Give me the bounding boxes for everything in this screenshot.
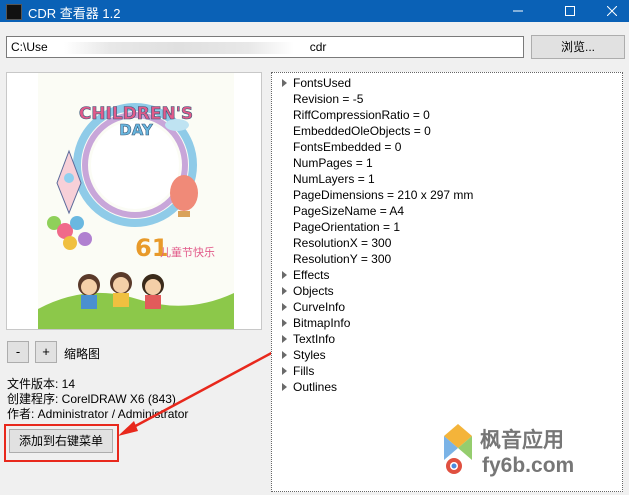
watermark-line1: 枫音应用 [480, 429, 564, 452]
tree-item-label: EmbeddedOleObjects = 0 [293, 124, 431, 138]
expand-arrow-icon[interactable] [282, 335, 287, 343]
tree-item-label: CurveInfo [293, 300, 346, 314]
expand-arrow-icon[interactable] [282, 351, 287, 359]
tree-item-label: ResolutionX = 300 [293, 236, 392, 250]
tree-item-label: BitmapInfo [293, 316, 351, 330]
tree-item-label: FontsEmbedded = 0 [293, 140, 402, 154]
tree-item-label: Effects [293, 268, 330, 282]
tree-item-label: Outlines [293, 380, 338, 394]
expand-arrow-icon[interactable] [282, 303, 287, 311]
expand-arrow-icon[interactable] [282, 271, 287, 279]
tree-item-label: Revision = -5 [293, 92, 364, 106]
tree-item-label: TextInfo [293, 332, 336, 346]
tree-item-label: PageDimensions = 210 x 297 mm [293, 188, 474, 202]
tree-item-label: FontsUsed [293, 76, 352, 90]
tree-item-label: PageOrientation = 1 [293, 220, 401, 234]
tree-item-label: PageSizeName = A4 [293, 204, 405, 218]
tree-item-label: Styles [293, 348, 326, 362]
tree-item-label: Fills [293, 364, 315, 378]
tree-item-label: ResolutionY = 300 [293, 252, 392, 266]
expand-arrow-icon[interactable] [282, 319, 287, 327]
expand-arrow-icon[interactable] [282, 383, 287, 391]
tree-item-label: NumLayers = 1 [293, 172, 375, 186]
expand-arrow-icon[interactable] [282, 79, 287, 87]
expand-arrow-icon[interactable] [282, 287, 287, 295]
tree-item-label: NumPages = 1 [293, 156, 373, 170]
watermark: 枫音应用 fy6b.com [440, 422, 620, 482]
tree-item-label: RiffCompressionRatio = 0 [293, 108, 430, 122]
expand-arrow-icon[interactable] [282, 367, 287, 375]
watermark-line2: fy6b.com [482, 454, 575, 477]
tree-item-label: Objects [293, 284, 334, 298]
watermark-logo-icon [444, 424, 472, 474]
